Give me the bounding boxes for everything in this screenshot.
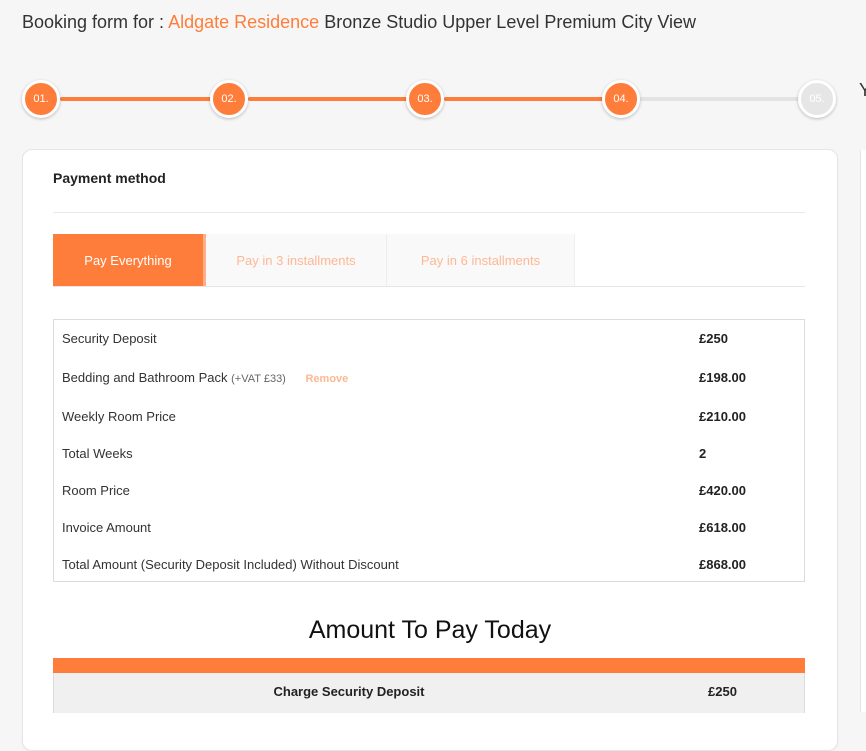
title-prefix: Booking form for : <box>22 12 165 32</box>
vat-note: (+VAT £33) <box>231 373 286 385</box>
row-value: £250 <box>699 331 728 346</box>
row-label: Bedding and Bathroom Pack <box>62 370 228 385</box>
step-connector-3 <box>444 97 604 101</box>
summary-row-total-amount: Total Amount (Security Deposit Included)… <box>54 557 804 577</box>
tab-pay-everything[interactable]: Pay Everything <box>53 234 206 286</box>
page-title: Booking form for : Aldgate Residence Bro… <box>22 12 696 33</box>
clipped-step-label: Y <box>859 80 866 100</box>
row-label: Room Price <box>62 483 130 498</box>
room-name: Bronze Studio Upper Level Premium City V… <box>324 12 697 32</box>
step-5[interactable]: 05. <box>798 80 836 118</box>
row-label: Security Deposit <box>62 331 157 346</box>
summary-row-bedding-pack: Bedding and Bathroom Pack (+VAT £33) Rem… <box>54 370 804 390</box>
row-label: Weekly Room Price <box>62 409 176 424</box>
row-label: Total Weeks <box>62 446 133 461</box>
booking-stepper: 01. 02. 03. 04. 05. <box>0 78 866 120</box>
row-value: £618.00 <box>699 520 746 535</box>
row-value: £420.00 <box>699 483 746 498</box>
charge-row: Charge Security Deposit £250 <box>53 673 805 713</box>
adjacent-panel-edge <box>860 150 866 712</box>
row-value: 2 <box>699 446 707 461</box>
section-divider <box>53 212 805 213</box>
step-3[interactable]: 03. <box>406 80 444 118</box>
step-connector-1 <box>60 97 212 101</box>
summary-row-invoice-amount: Invoice Amount £618.00 <box>54 520 804 540</box>
row-label: Total Amount (Security Deposit Included)… <box>62 557 399 572</box>
tab-pay-6-installments[interactable]: Pay in 6 installments <box>387 234 575 286</box>
step-1[interactable]: 01. <box>22 80 60 118</box>
summary-row-weekly-price: Weekly Room Price £210.00 <box>54 409 804 429</box>
step-connector-2 <box>248 97 408 101</box>
remove-bedding-link[interactable]: Remove <box>305 373 348 385</box>
amount-table-header-bar <box>53 658 805 673</box>
row-value: £210.00 <box>699 409 746 424</box>
payment-card: Payment method Pay Everything Pay in 3 i… <box>22 149 838 751</box>
step-4[interactable]: 04. <box>602 80 640 118</box>
charge-label: Charge Security Deposit <box>273 684 425 699</box>
payment-summary-table: Security Deposit £250 Bedding and Bathro… <box>53 319 805 582</box>
summary-row-total-weeks: Total Weeks 2 <box>54 446 804 466</box>
summary-row-room-price: Room Price £420.00 <box>54 483 804 503</box>
charge-value: £250 <box>708 684 737 699</box>
row-label: Invoice Amount <box>62 520 151 535</box>
amount-to-pay-heading: Amount To Pay Today <box>308 616 552 644</box>
step-2[interactable]: 02. <box>210 80 248 118</box>
row-value: £868.00 <box>699 557 746 572</box>
payment-tabs: Pay Everything Pay in 3 installments Pay… <box>53 234 805 287</box>
summary-row-security-deposit: Security Deposit £250 <box>54 331 804 351</box>
tab-pay-3-installments[interactable]: Pay in 3 installments <box>206 234 387 286</box>
row-value: £198.00 <box>699 370 746 385</box>
step-connector-4 <box>640 97 800 101</box>
property-name-link[interactable]: Aldgate Residence <box>168 12 319 32</box>
payment-method-heading: Payment method <box>53 170 166 186</box>
